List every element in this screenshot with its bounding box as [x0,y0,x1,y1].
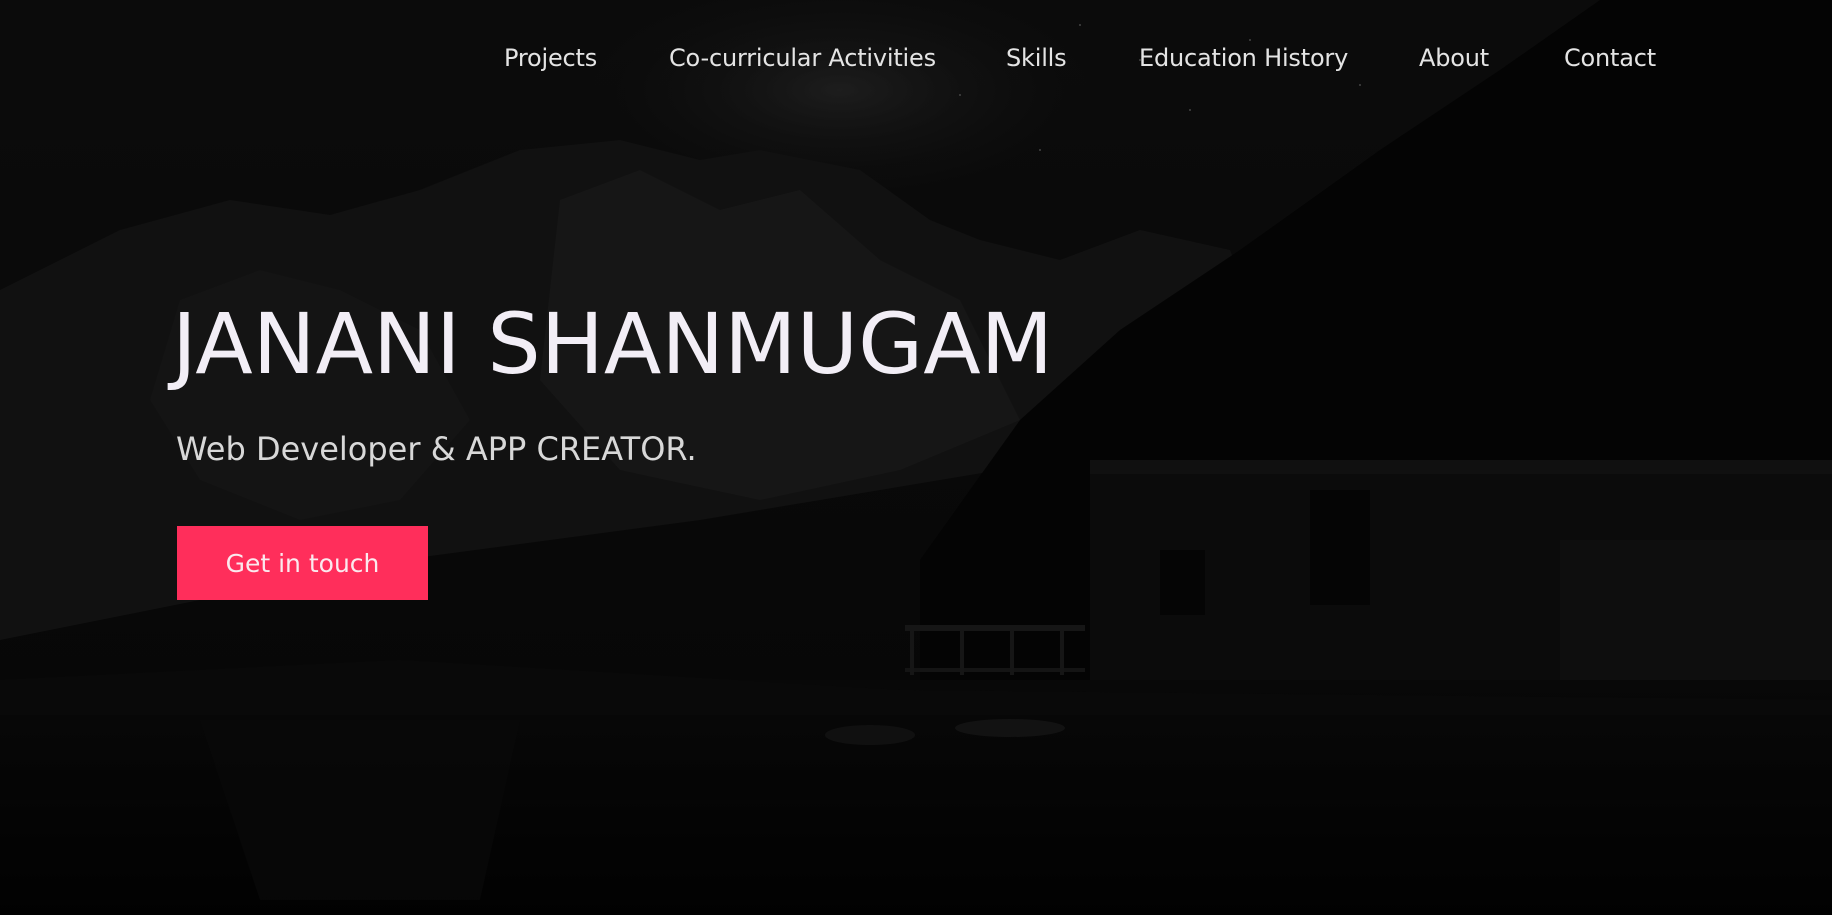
nav-link-co-curricular-activities[interactable]: Co-curricular Activities [669,44,936,72]
nav-link-contact[interactable]: Contact [1564,44,1656,72]
hero-name: JANANI SHANMUGAM [172,295,1054,393]
nav-link-education-history[interactable]: Education History [1139,44,1348,72]
nav-link-about[interactable]: About [1419,44,1489,72]
get-in-touch-button[interactable]: Get in touch [177,526,428,600]
hero-tagline: Web Developer & APP CREATOR. [176,430,697,468]
main-nav: Projects Co-curricular Activities Skills… [0,44,1832,84]
nav-link-skills[interactable]: Skills [1006,44,1067,72]
nav-link-projects[interactable]: Projects [504,44,597,72]
hero-section: Projects Co-curricular Activities Skills… [0,0,1832,915]
